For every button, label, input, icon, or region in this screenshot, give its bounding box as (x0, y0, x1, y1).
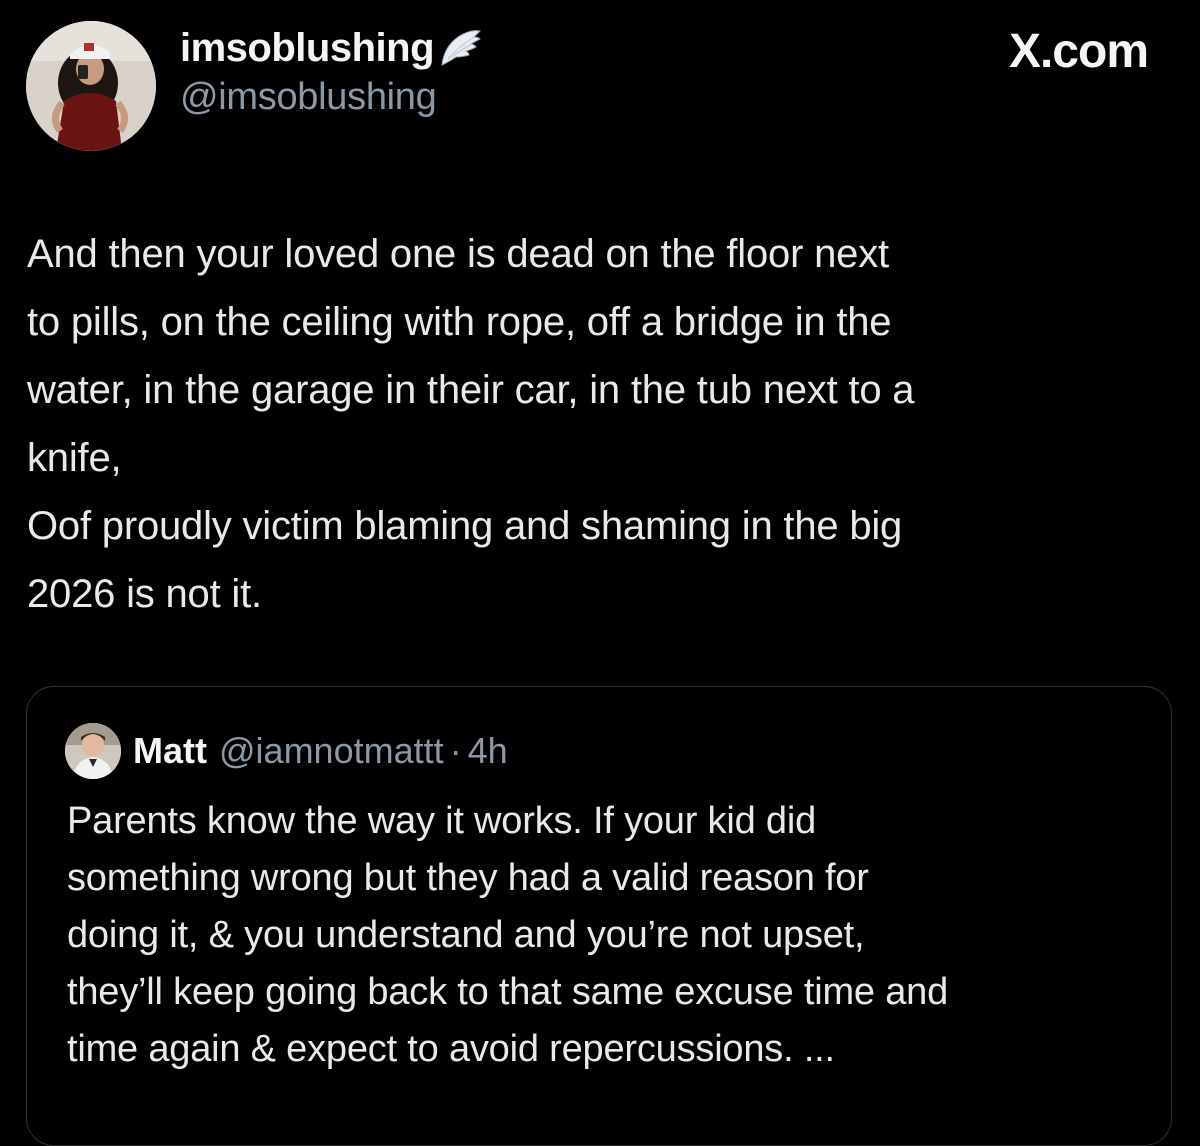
display-name-row: imsoblushing (180, 22, 482, 74)
quoted-tweet-line: Parents know the way it works. If your k… (67, 800, 817, 842)
quoted-tweet-card[interactable]: Matt @iamnotmattt · 4h Parents know the … (26, 686, 1172, 1146)
quoted-author-display-name[interactable]: Matt (133, 730, 207, 772)
quoted-tweet-line: doing it, & you understand and you’re no… (67, 914, 865, 956)
author-avatar[interactable] (26, 21, 156, 151)
tweet-line: 2026 is not it. (27, 572, 262, 616)
author-avatar-image (26, 21, 156, 151)
tweet-line: to pills, on the ceiling with rope, off … (27, 300, 892, 344)
quoted-tweet-header: Matt @iamnotmattt · 4h (65, 723, 508, 779)
tweet-line: Oof proudly victim blaming and shaming i… (27, 504, 903, 548)
tweet-line: knife, (27, 436, 122, 480)
angel-wing-icon (438, 29, 482, 69)
site-brand-label: X.com (1008, 25, 1149, 78)
quoted-author-avatar-image (65, 723, 121, 779)
quoted-author-handle[interactable]: @iamnotmattt (219, 730, 444, 772)
author-handle[interactable]: @imsoblushing (180, 76, 482, 119)
tweet-line: And then your loved one is dead on the f… (27, 232, 889, 276)
quoted-author-avatar[interactable] (65, 723, 121, 779)
tweet-header: imsoblushing @imsoblushing X.com (26, 16, 1176, 151)
separator-dot: · (449, 730, 462, 771)
author-display-name[interactable]: imsoblushing (180, 26, 435, 71)
quoted-tweet-line: they’ll keep going back to that same exc… (67, 971, 949, 1013)
quoted-tweet-line: time again & expect to avoid repercussio… (67, 1028, 835, 1070)
tweet-line: water, in the garage in their car, in th… (27, 368, 915, 412)
quoted-tweet-timestamp[interactable]: 4h (468, 730, 508, 772)
tweet-text: And then your loved one is dead on the f… (27, 220, 1177, 628)
author-identity: imsoblushing @imsoblushing (180, 22, 482, 119)
quoted-tweet-text: Parents know the way it works. If your k… (67, 793, 1157, 1078)
quoted-tweet-line: something wrong but they had a valid rea… (67, 857, 869, 899)
